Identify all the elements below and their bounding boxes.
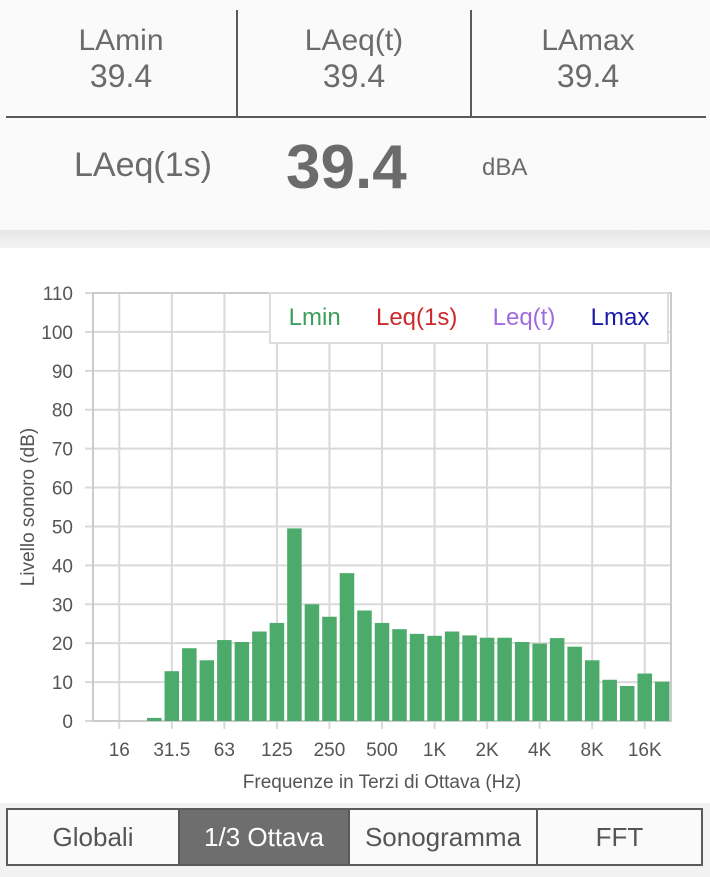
x-tick-label: 63 (214, 740, 235, 761)
bar-400 (357, 610, 372, 721)
tab-sonogramma[interactable]: Sonogramma (348, 810, 536, 864)
bar-500 (374, 622, 390, 721)
x-tick-label: 125 (261, 740, 293, 761)
chart-legend: Lmin Leq(1s) Leq(t) Lmax (269, 292, 669, 344)
y-tick-label: 0 (62, 712, 73, 733)
lamax-cell: LAmax 39.4 (472, 10, 704, 116)
lamax-value: 39.4 (556, 58, 620, 94)
bar-80 (234, 642, 250, 721)
bar-50 (199, 660, 215, 721)
bar-31.5 (164, 671, 180, 721)
bar-125 (269, 622, 285, 721)
x-tick-label: 1K (423, 740, 447, 761)
tab-globali[interactable]: Globali (8, 810, 178, 864)
legend-item-leq1s: Leq(1s) (375, 304, 458, 331)
tab-fft[interactable]: FFT (536, 810, 701, 864)
bar-12.5K (619, 685, 635, 721)
laeq1s-unit: dBA (482, 154, 528, 181)
panel-shadow (0, 230, 710, 244)
laeqt-label: LAeq(t) (304, 24, 404, 57)
bar-2.5K (497, 637, 512, 721)
bar-20K (654, 681, 670, 721)
laeqt-value: 39.4 (322, 58, 386, 94)
bar-630 (392, 629, 407, 721)
x-tick-label: 16 (109, 740, 130, 761)
bar-250 (322, 616, 337, 721)
bar-10K (602, 679, 617, 721)
bar-200 (304, 604, 320, 721)
y-tick-label: 110 (43, 284, 73, 305)
x-tick-label: 500 (366, 740, 398, 761)
bar-3.15K (514, 642, 530, 721)
x-tick-label: 250 (314, 740, 346, 761)
y-tick-label: 90 (52, 362, 73, 383)
bar-800 (409, 633, 425, 721)
y-tick-label: 60 (52, 479, 73, 500)
horizontal-divider (6, 116, 706, 118)
tab-terzi-ottava[interactable]: 1/3 Ottava (178, 810, 348, 864)
y-tick-label: 40 (52, 556, 73, 577)
bar-2K (479, 637, 495, 721)
x-tick-label: 2K (475, 740, 499, 761)
bar-40 (182, 648, 197, 721)
view-tab-bar: Globali 1/3 Ottava Sonogramma FFT (6, 808, 703, 866)
bar-25 (147, 717, 162, 721)
bar-16K (637, 673, 652, 721)
y-axis-title: Livello sonoro (dB) (18, 428, 39, 586)
y-tick-label: 70 (52, 440, 73, 461)
lamin-value: 39.4 (89, 58, 153, 94)
x-tick-label: 8K (581, 740, 605, 761)
bar-6.3K (567, 646, 582, 721)
lamin-label: LAmin (78, 24, 164, 57)
bar-1.6K (462, 635, 477, 721)
y-tick-label: 20 (52, 634, 73, 655)
bar-4K (532, 643, 547, 721)
laeq1s-label: LAeq(1s) (74, 146, 212, 184)
lamax-label: LAmax (541, 24, 635, 57)
legend-item-leqt: Leq(t) (492, 304, 556, 331)
laeqt-cell: LAeq(t) 39.4 (238, 10, 470, 116)
laeq1s-value: 39.4 (286, 133, 407, 202)
bar-100 (252, 631, 267, 721)
x-tick-label: 16K (628, 740, 662, 761)
legend-item-lmax: Lmax (590, 304, 650, 331)
bar-1K (427, 635, 442, 721)
lamin-cell: LAmin 39.4 (6, 10, 236, 116)
x-tick-label: 4K (528, 740, 552, 761)
summary-panel: LAmin 39.4 LAeq(t) 39.4 LAmax 39.4 LAeq(… (0, 0, 710, 230)
x-axis-title: Frequenze in Terzi di Ottava (Hz) (243, 772, 521, 793)
bar-160 (287, 528, 302, 721)
x-tick-label: 31.5 (153, 740, 190, 761)
y-tick-label: 100 (41, 323, 73, 344)
bar-63 (217, 640, 232, 721)
y-tick-label: 30 (52, 595, 73, 616)
bar-1.25K (444, 631, 460, 721)
legend-item-lmin: Lmin (288, 304, 341, 331)
bar-8K (584, 660, 600, 721)
y-tick-label: 80 (52, 401, 73, 422)
bar-315 (339, 573, 355, 721)
y-tick-label: 50 (52, 517, 73, 538)
y-tick-label: 10 (52, 673, 73, 694)
bar-5K (549, 638, 565, 721)
